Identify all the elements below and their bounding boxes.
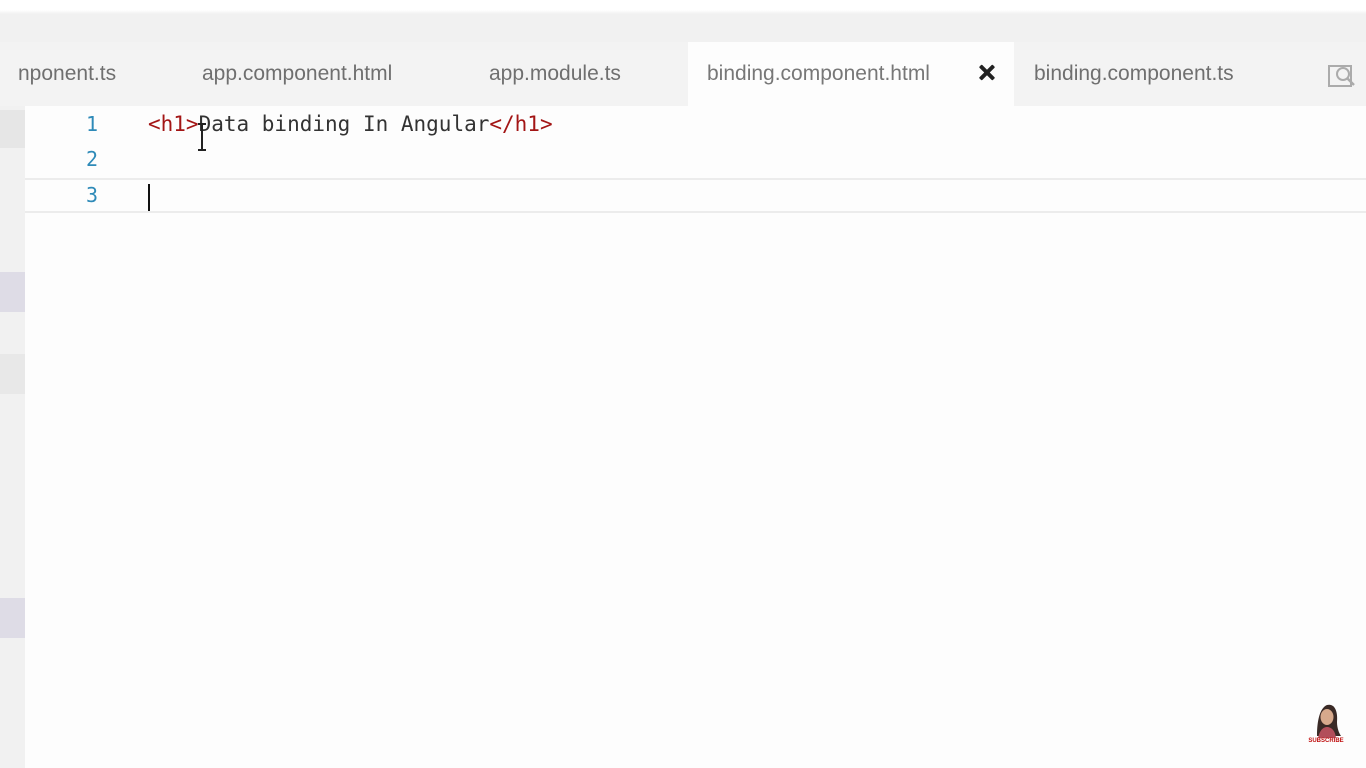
code-editor[interactable]: 1 <h1>Data binding In Angular</h1> 2 3 — [25, 106, 1366, 768]
line-number: 2 — [85, 147, 99, 171]
gutter-marker — [0, 598, 25, 638]
subscribe-watermark[interactable]: SUBSCRIBE — [1303, 700, 1349, 744]
line-number: 1 — [85, 112, 99, 136]
title-strip — [0, 0, 1366, 42]
tab-binding-component-html[interactable]: binding.component.html — [688, 42, 1014, 106]
text-caret — [148, 184, 150, 211]
tab-binding-component-ts[interactable]: binding.component.ts — [1014, 42, 1314, 106]
open-tag: <h1> — [148, 112, 199, 136]
subscribe-label: SUBSCRIBE — [1308, 738, 1344, 744]
tab-label: app.module.ts — [489, 62, 621, 85]
tab-app-module-ts[interactable]: app.module.ts — [455, 42, 688, 106]
tab-label: nponent.ts — [18, 62, 117, 85]
split-editor-icon[interactable] — [1326, 60, 1358, 92]
close-tag: </h1> — [489, 112, 553, 136]
code-line-2: 2 — [25, 142, 1366, 177]
left-activity-strip — [0, 106, 25, 768]
code-line-1: 1 <h1>Data binding In Angular</h1> — [25, 107, 1366, 151]
tab-component-ts[interactable]: nponent.ts — [0, 42, 165, 106]
gutter-marker — [0, 272, 25, 312]
tab-label: binding.component.html — [707, 62, 930, 85]
line-number: 3 — [85, 183, 99, 207]
editor-window: nponent.ts app.component.html app.module… — [0, 0, 1366, 768]
tab-app-component-html[interactable]: app.component.html — [165, 42, 455, 106]
tab-label: app.component.html — [202, 62, 393, 85]
heading-text: Data binding In Angular — [198, 112, 490, 136]
tab-label: binding.component.ts — [1034, 62, 1234, 85]
subscribe-avatar-icon — [1317, 704, 1341, 738]
code-line-3: 3 — [25, 178, 1366, 213]
close-icon[interactable] — [976, 62, 998, 84]
tab-bar: nponent.ts app.component.html app.module… — [0, 42, 1366, 106]
gutter-marker — [0, 110, 25, 148]
gutter-marker — [0, 354, 25, 394]
